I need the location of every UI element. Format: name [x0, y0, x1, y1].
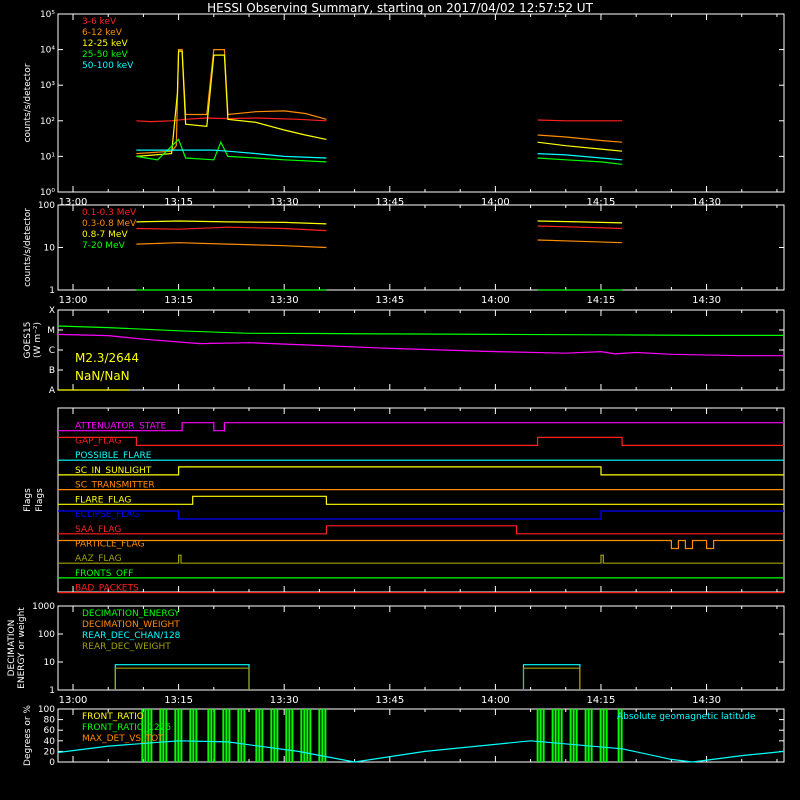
y-tick-label: 40 — [44, 737, 56, 747]
y-tick-label: X — [49, 306, 55, 316]
flag-label: ATTENUATOR_STATE — [75, 422, 167, 432]
y-tick-label: 80 — [44, 716, 56, 726]
y-tick-label: 10³ — [40, 81, 55, 91]
y-axis-label: GOES15 — [23, 322, 33, 359]
y-tick-label: 1 — [49, 686, 55, 696]
flag-label: SC_TRANSMITTER — [75, 481, 155, 491]
y-tick-label: 10⁰ — [40, 188, 55, 198]
x-tick-label: 14:15 — [587, 695, 616, 706]
legend-entry: 6-12 keV — [82, 28, 123, 38]
x-tick-label: 13:30 — [270, 295, 299, 306]
y-tick-label: 10 — [44, 244, 56, 254]
legend-entry: 0.8-7 MeV — [82, 230, 128, 240]
x-tick-label: 14:30 — [692, 295, 721, 306]
x-tick-label: 13:15 — [164, 695, 193, 706]
legend-entry: FRONT_RATIO_1225 — [82, 723, 171, 733]
goes-annotation: M2.3/2644 — [75, 351, 139, 365]
y-axis-label: Flags — [23, 488, 33, 512]
y-tick-label: 10⁴ — [40, 46, 55, 56]
legend-entry: MAX_DET_VS_TOT — [82, 734, 164, 744]
y-tick-label: 100 — [38, 630, 55, 640]
legend-entry: REAR_DEC_WEIGHT — [82, 642, 171, 652]
flag-label: FLARE_FLAG — [75, 495, 131, 505]
flag-label: SC_IN_SUNLIGHT — [75, 466, 152, 476]
flag-label: AAZ_FLAG — [75, 554, 122, 564]
legend-entry: 3-6 keV — [82, 17, 117, 27]
legend-entry: 50-100 keV — [82, 61, 134, 71]
y-tick-label: M — [47, 326, 55, 336]
flag-label: GAP_FLAG — [75, 436, 121, 446]
legend-entry: DECIMATION_WEIGHT — [82, 620, 180, 630]
goes-annotation: NaN/NaN — [75, 369, 130, 383]
y-tick-label: 100 — [38, 705, 55, 715]
x-tick-label: 13:45 — [375, 695, 404, 706]
latitude-annotation: Absolute geomagnetic latitude — [617, 712, 756, 722]
hessi-summary-chart: HESSI Observing Summary, starting on 201… — [0, 0, 800, 800]
y-axis-label: (W m⁻²) — [33, 322, 43, 358]
y-tick-label: 1 — [49, 286, 55, 296]
y-tick-label: 10² — [40, 117, 55, 127]
flag-label: PARTICLE_FLAG — [75, 539, 145, 549]
y-tick-label: 10 — [44, 658, 56, 668]
y-tick-label: B — [49, 366, 55, 376]
y-tick-label: 0 — [49, 758, 55, 768]
y-tick-label: 1000 — [32, 602, 55, 612]
legend-entry: DECIMATION_ENERGY — [82, 609, 180, 619]
flag-label: ECLIPSE_FLAG — [75, 510, 139, 520]
y-tick-label: 10⁵ — [40, 10, 55, 20]
x-tick-label: 13:45 — [375, 295, 404, 306]
y-tick-label: C — [49, 346, 55, 356]
legend-entry: 12-25 keV — [82, 39, 128, 49]
x-tick-label: 14:15 — [587, 295, 616, 306]
x-tick-label: 13:30 — [270, 695, 299, 706]
y-tick-label: 100 — [38, 201, 55, 211]
x-tick-label: 13:00 — [59, 695, 88, 706]
legend-entry: 7-20 MeV — [82, 241, 126, 251]
y-tick-label: 60 — [44, 726, 56, 736]
y-axis-label: ENERGY or weight — [17, 607, 27, 689]
chart-title: HESSI Observing Summary, starting on 201… — [207, 1, 593, 15]
y-tick-label: 20 — [44, 747, 56, 757]
flag-label: FRONTS_OFF — [75, 569, 133, 579]
y-axis-label: counts/s/detector — [23, 208, 33, 287]
y-axis-label: Flags — [35, 488, 45, 512]
x-tick-label: 14:00 — [481, 295, 510, 306]
legend-entry: FRONT_RATIO — [82, 712, 144, 722]
x-tick-label: 14:00 — [481, 695, 510, 706]
legend-entry: REAR_DEC_CHAN/128 — [82, 631, 181, 641]
y-tick-label: A — [49, 386, 56, 396]
flag-label: POSSIBLE_FLARE — [75, 451, 152, 461]
y-axis-label: counts/s/detector — [23, 63, 33, 142]
x-tick-label: 13:15 — [164, 295, 193, 306]
legend-entry: 0.3-0.8 MeV — [82, 219, 137, 229]
legend-entry: 0.1-0.3 MeV — [82, 208, 137, 218]
y-axis-label: Degrees or % — [23, 705, 33, 766]
flag-label: BAD_PACKETS — [75, 584, 139, 594]
x-tick-label: 13:00 — [59, 295, 88, 306]
y-tick-label: 10¹ — [40, 152, 55, 162]
flag-label: SAA_FLAG — [75, 525, 121, 535]
y-axis-label: DECIMATION — [7, 620, 17, 677]
legend-entry: 25-50 keV — [82, 50, 128, 60]
x-tick-label: 14:30 — [692, 695, 721, 706]
